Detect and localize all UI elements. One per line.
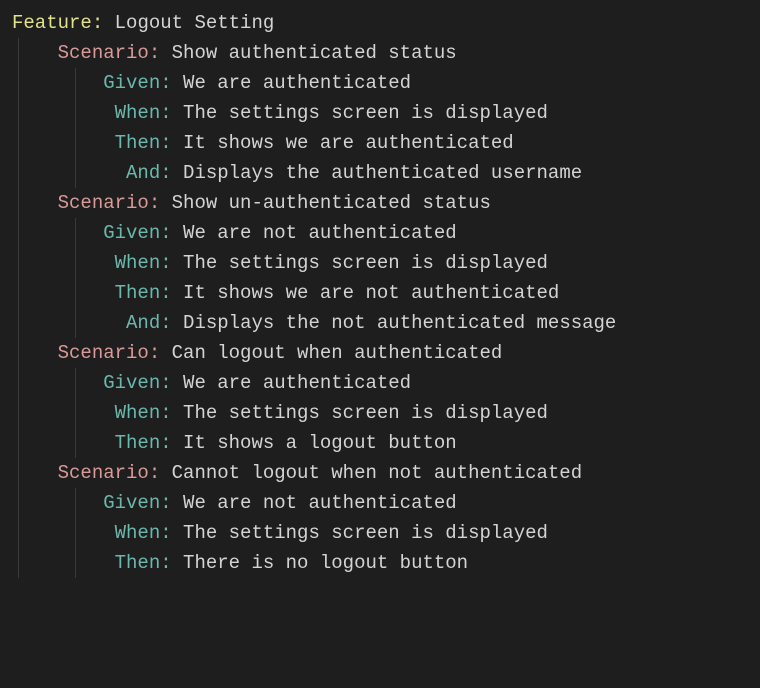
step-line: Then: It shows we are authenticated — [12, 128, 748, 158]
step-text: We are not authenticated — [172, 222, 457, 244]
colon: : — [160, 312, 171, 334]
step-keyword-when: When — [115, 102, 161, 124]
colon: : — [160, 132, 171, 154]
step-text: There is no logout button — [172, 552, 468, 574]
colon: : — [160, 492, 171, 514]
colon: : — [149, 42, 160, 64]
step-keyword-then: Then — [115, 552, 161, 574]
step-text: Displays the authenticated username — [172, 162, 582, 184]
indent-guide — [75, 218, 76, 338]
scenario-line: Scenario: Show authenticated status — [12, 38, 748, 68]
step-text: Displays the not authenticated message — [172, 312, 617, 334]
step-line: And: Displays the not authenticated mess… — [12, 308, 748, 338]
step-text: It shows we are authenticated — [172, 132, 514, 154]
step-line: Given: We are not authenticated — [12, 488, 748, 518]
feature-line: Feature: Logout Setting — [12, 8, 748, 38]
step-line: Given: We are not authenticated — [12, 218, 748, 248]
step-keyword-then: Then — [115, 432, 161, 454]
colon: : — [160, 402, 171, 424]
indent-guide — [18, 38, 19, 578]
feature-title: Logout Setting — [103, 12, 274, 34]
scenario-title: Cannot logout when not authenticated — [160, 462, 582, 484]
step-keyword-given: Given — [103, 492, 160, 514]
step-line: When: The settings screen is displayed — [12, 98, 748, 128]
scenario-keyword: Scenario — [58, 342, 149, 364]
step-keyword-then: Then — [115, 282, 161, 304]
step-line: And: Displays the authenticated username — [12, 158, 748, 188]
colon: : — [160, 222, 171, 244]
step-line: Then: There is no logout button — [12, 548, 748, 578]
step-keyword-when: When — [115, 522, 161, 544]
step-keyword-given: Given — [103, 372, 160, 394]
step-keyword-and: And — [126, 312, 160, 334]
step-line: Then: It shows a logout button — [12, 428, 748, 458]
scenario-title: Show authenticated status — [160, 42, 456, 64]
step-text: The settings screen is displayed — [172, 402, 548, 424]
scenario-line: Scenario: Show un-authenticated status — [12, 188, 748, 218]
step-keyword-given: Given — [103, 222, 160, 244]
step-line: Then: It shows we are not authenticated — [12, 278, 748, 308]
step-text: It shows we are not authenticated — [172, 282, 560, 304]
colon: : — [160, 162, 171, 184]
step-keyword-and: And — [126, 162, 160, 184]
step-text: We are authenticated — [172, 72, 411, 94]
step-line: Given: We are authenticated — [12, 368, 748, 398]
colon: : — [160, 522, 171, 544]
step-line: When: The settings screen is displayed — [12, 398, 748, 428]
step-text: The settings screen is displayed — [172, 252, 548, 274]
scenario-line: Scenario: Can logout when authenticated — [12, 338, 748, 368]
colon: : — [160, 72, 171, 94]
colon: : — [160, 282, 171, 304]
indent-guide — [75, 488, 76, 578]
colon: : — [149, 342, 160, 364]
step-text: We are authenticated — [172, 372, 411, 394]
step-line: Given: We are authenticated — [12, 68, 748, 98]
indent-guide — [75, 68, 76, 188]
colon: : — [160, 252, 171, 274]
feature-keyword: Feature — [12, 12, 92, 34]
scenario-keyword: Scenario — [58, 462, 149, 484]
colon: : — [149, 462, 160, 484]
scenario-keyword: Scenario — [58, 192, 149, 214]
step-keyword-then: Then — [115, 132, 161, 154]
colon: : — [160, 102, 171, 124]
scenario-keyword: Scenario — [58, 42, 149, 64]
colon: : — [160, 372, 171, 394]
step-keyword-when: When — [115, 252, 161, 274]
colon: : — [160, 432, 171, 454]
step-keyword-when: When — [115, 402, 161, 424]
scenario-title: Can logout when authenticated — [160, 342, 502, 364]
step-line: When: The settings screen is displayed — [12, 248, 748, 278]
indent-guide — [75, 368, 76, 458]
code-editor[interactable]: Feature: Logout Setting Scenario: Show a… — [0, 0, 760, 586]
step-line: When: The settings screen is displayed — [12, 518, 748, 548]
colon: : — [160, 552, 171, 574]
scenario-line: Scenario: Cannot logout when not authent… — [12, 458, 748, 488]
colon: : — [149, 192, 160, 214]
colon: : — [92, 12, 103, 34]
step-text: The settings screen is displayed — [172, 522, 548, 544]
step-text: It shows a logout button — [172, 432, 457, 454]
step-keyword-given: Given — [103, 72, 160, 94]
step-text: The settings screen is displayed — [172, 102, 548, 124]
scenario-title: Show un-authenticated status — [160, 192, 491, 214]
step-text: We are not authenticated — [172, 492, 457, 514]
